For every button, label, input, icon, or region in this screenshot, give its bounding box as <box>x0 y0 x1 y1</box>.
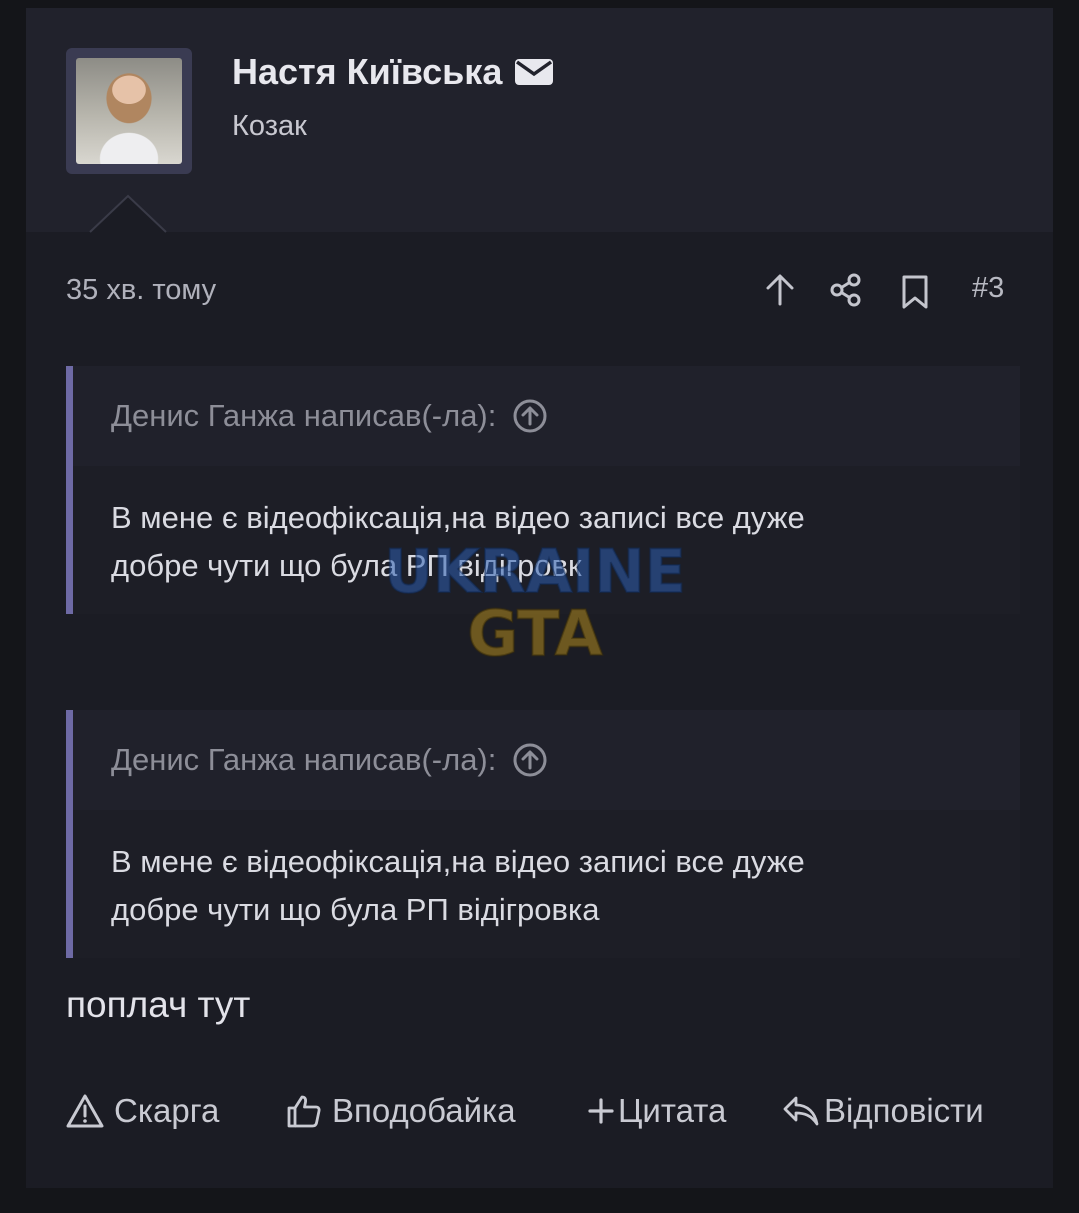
quote-content: В мене є відеофіксація,на відео записі в… <box>73 810 1020 958</box>
arrow-up-circle-icon[interactable] <box>512 742 548 778</box>
post-number[interactable]: #3 <box>972 272 1004 305</box>
quote-block: Денис Ганжа написав(-ла): В мене є відео… <box>66 366 1020 614</box>
upvote-button[interactable] <box>762 272 798 308</box>
reply-button[interactable]: Відповісти <box>782 1092 984 1130</box>
post-time[interactable]: 35 хв. тому <box>66 274 216 307</box>
quote-line: добре чути що була РП відігровк <box>111 548 582 583</box>
quote-label: Цитата <box>618 1092 727 1129</box>
avatar[interactable] <box>76 58 182 164</box>
share-button[interactable] <box>828 272 864 308</box>
envelope-icon[interactable] <box>514 58 554 86</box>
warning-icon <box>66 1094 104 1128</box>
post-header: Настя Київська Козак <box>26 8 1053 232</box>
quote-author[interactable]: Денис Ганжа написав(-ла): <box>111 398 496 434</box>
author-row: Настя Київська <box>232 48 554 96</box>
post-card: Настя Київська Козак 35 хв. тому #3 Дени… <box>26 8 1053 1188</box>
quote-author[interactable]: Денис Ганжа написав(-ла): <box>111 742 496 778</box>
quote-block: Денис Ганжа написав(-ла): В мене є відео… <box>66 710 1020 958</box>
like-button[interactable]: Вподобайка <box>286 1092 516 1130</box>
report-button[interactable]: Скарга <box>66 1092 219 1130</box>
reply-icon <box>783 1096 819 1126</box>
report-label: Скарга <box>114 1092 220 1129</box>
quote-header[interactable]: Денис Ганжа написав(-ла): <box>73 710 1020 810</box>
quote-button[interactable]: Цитата <box>588 1092 726 1130</box>
reply-label: Відповісти <box>824 1092 984 1129</box>
like-label: Вподобайка <box>332 1092 516 1129</box>
quote-content: В мене є відеофіксація,на відео записі в… <box>73 466 1020 614</box>
quote-line: В мене є відеофіксація,на відео записі в… <box>111 500 805 535</box>
bookmark-icon <box>902 275 928 309</box>
quote-header[interactable]: Денис Ганжа написав(-ла): <box>73 366 1020 466</box>
arrow-up-circle-icon[interactable] <box>512 398 548 434</box>
post-actions: Скарга Вподобайка Цитата Відповісти <box>66 1086 1016 1136</box>
plus-icon <box>588 1098 614 1124</box>
bookmark-button[interactable] <box>898 274 932 310</box>
thumbs-up-icon <box>287 1095 321 1128</box>
arrow-up-icon <box>766 274 794 306</box>
share-icon <box>830 273 861 307</box>
quote-line: В мене є відеофіксація,на відео записі в… <box>111 844 805 879</box>
author-title: Козак <box>232 110 307 142</box>
author-name[interactable]: Настя Київська <box>232 51 502 93</box>
quote-line: добре чути що була РП відігровка <box>111 892 600 927</box>
avatar-frame[interactable] <box>66 48 192 174</box>
post-message: поплач тут <box>66 984 251 1025</box>
